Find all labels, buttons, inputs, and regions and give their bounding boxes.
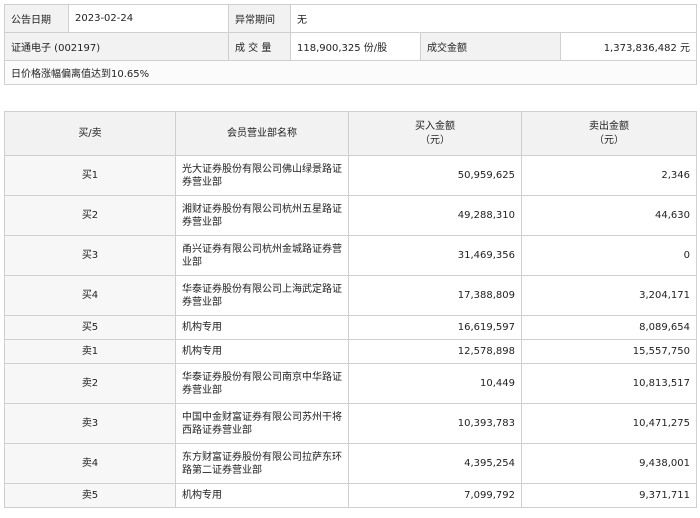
broker-name: 华泰证券股份有限公司上海武定路证券营业部 bbox=[175, 275, 349, 316]
broker-name: 中国中金财富证券有限公司苏州干将西路证券营业部 bbox=[175, 403, 349, 444]
amount-value: 1,373,836,482 元 bbox=[559, 32, 698, 61]
seat-side: 卖2 bbox=[4, 363, 176, 404]
header-buy-unit: （元） bbox=[420, 134, 450, 146]
broker-name: 机构专用 bbox=[175, 483, 349, 508]
buy-amount: 16,619,597 bbox=[348, 315, 522, 340]
broker-name: 华泰证券股份有限公司南京中华路证券营业部 bbox=[175, 363, 349, 404]
announce-date-value: 2023-02-24 bbox=[68, 4, 229, 33]
table-row: 卖3 中国中金财富证券有限公司苏州干将西路证券营业部 10,393,783 10,47… bbox=[4, 403, 697, 444]
buy-amount: 7,099,792 bbox=[348, 483, 522, 508]
buy-amount: 4,395,254 bbox=[348, 443, 522, 484]
sell-amount: 3,204,171 bbox=[521, 275, 697, 316]
table-row: 买4 华泰证券股份有限公司上海武定路证券营业部 17,388,809 3,204,17… bbox=[4, 275, 697, 316]
header-name: 会员营业部名称 bbox=[175, 111, 349, 156]
sell-amount: 0 bbox=[521, 235, 697, 276]
summary-row-volume: 证通电子 (002197) 成 交 量 118,900,325 份/股 成交金额… bbox=[4, 32, 698, 61]
seat-side: 卖5 bbox=[4, 483, 176, 508]
deviation-notice: 日价格涨幅偏离值达到10.65% bbox=[3, 60, 698, 85]
seat-side: 买5 bbox=[4, 315, 176, 340]
header-sell: 卖出金额 （元） bbox=[521, 111, 697, 156]
table-row: 卖4 东方财富证券股份有限公司拉萨东环路第二证券营业部 4,395,254 9,438… bbox=[4, 443, 697, 484]
volume-label: 成 交 量 bbox=[228, 32, 291, 61]
sell-amount: 15,557,750 bbox=[521, 339, 697, 364]
stock-name: 证通电子 (002197) bbox=[4, 32, 229, 61]
broker-name: 东方财富证券股份有限公司拉萨东环路第二证券营业部 bbox=[175, 443, 349, 484]
table-row: 卖5 机构专用 7,099,792 9,371,711 bbox=[4, 483, 697, 508]
seat-side: 买2 bbox=[4, 195, 176, 236]
seat-side: 卖4 bbox=[4, 443, 176, 484]
summary-table: 公告日期 2023-02-24 异常期间 无 证通电子 (002197) 成 交… bbox=[3, 4, 698, 85]
seat-side: 买1 bbox=[4, 155, 176, 196]
broker-name: 光大证券股份有限公司佛山绿景路证券营业部 bbox=[175, 155, 349, 196]
seat-side: 买3 bbox=[4, 235, 176, 276]
sell-amount: 9,371,711 bbox=[521, 483, 697, 508]
buy-amount: 50,959,625 bbox=[348, 155, 522, 196]
buy-amount: 10,393,783 bbox=[348, 403, 522, 444]
seat-side: 卖3 bbox=[4, 403, 176, 444]
buy-amount: 31,469,356 bbox=[348, 235, 522, 276]
header-sell-unit: （元） bbox=[594, 134, 624, 146]
abnormal-period-label: 异常期间 bbox=[228, 4, 291, 33]
abnormal-period-value: 无 bbox=[289, 4, 698, 33]
broker-table-body: 买1 光大证券股份有限公司佛山绿景路证券营业部 50,959,625 2,346 买2 湘… bbox=[4, 155, 697, 508]
buy-amount: 17,388,809 bbox=[348, 275, 522, 316]
table-row: 买2 湘财证券股份有限公司杭州五星路证券营业部 49,288,310 44,630 bbox=[4, 195, 697, 236]
header-sell-title: 卖出金额 bbox=[589, 120, 629, 132]
buy-amount: 12,578,898 bbox=[348, 339, 522, 364]
table-header-row: 买/卖 会员营业部名称 买入金额 （元） 卖出金额 （元） bbox=[4, 111, 697, 156]
summary-row-date: 公告日期 2023-02-24 异常期间 无 bbox=[4, 4, 698, 33]
broker-name: 机构专用 bbox=[175, 339, 349, 364]
summary-row-notice: 日价格涨幅偏离值达到10.65% bbox=[3, 60, 698, 85]
seat-side: 买4 bbox=[4, 275, 176, 316]
buy-amount: 10,449 bbox=[348, 363, 522, 404]
sell-amount: 2,346 bbox=[521, 155, 697, 196]
table-row: 买1 光大证券股份有限公司佛山绿景路证券营业部 50,959,625 2,346 bbox=[4, 155, 697, 196]
header-buy-title: 买入金额 bbox=[415, 120, 455, 132]
broker-table: 买/卖 会员营业部名称 买入金额 （元） 卖出金额 （元） 买1 光大证券股份有限… bbox=[4, 111, 697, 508]
sell-amount: 10,471,275 bbox=[521, 403, 697, 444]
table-row: 卖1 机构专用 12,578,898 15,557,750 bbox=[4, 339, 697, 364]
header-side: 买/卖 bbox=[4, 111, 176, 156]
sell-amount: 8,089,654 bbox=[521, 315, 697, 340]
broker-name: 甬兴证券有限公司杭州金城路证券营业部 bbox=[175, 235, 349, 276]
announce-date-label: 公告日期 bbox=[4, 4, 69, 33]
table-row: 买5 机构专用 16,619,597 8,089,654 bbox=[4, 315, 697, 340]
sell-amount: 10,813,517 bbox=[521, 363, 697, 404]
table-row: 卖2 华泰证券股份有限公司南京中华路证券营业部 10,449 10,813,517 bbox=[4, 363, 697, 404]
seat-side: 卖1 bbox=[4, 339, 176, 364]
amount-label: 成交金额 bbox=[420, 32, 561, 61]
sell-amount: 44,630 bbox=[521, 195, 697, 236]
sell-amount: 9,438,001 bbox=[521, 443, 697, 484]
table-row: 买3 甬兴证券有限公司杭州金城路证券营业部 31,469,356 0 bbox=[4, 235, 697, 276]
broker-name: 湘财证券股份有限公司杭州五星路证券营业部 bbox=[175, 195, 349, 236]
buy-amount: 49,288,310 bbox=[348, 195, 522, 236]
header-buy: 买入金额 （元） bbox=[348, 111, 522, 156]
broker-name: 机构专用 bbox=[175, 315, 349, 340]
volume-value: 118,900,325 份/股 bbox=[290, 32, 421, 61]
